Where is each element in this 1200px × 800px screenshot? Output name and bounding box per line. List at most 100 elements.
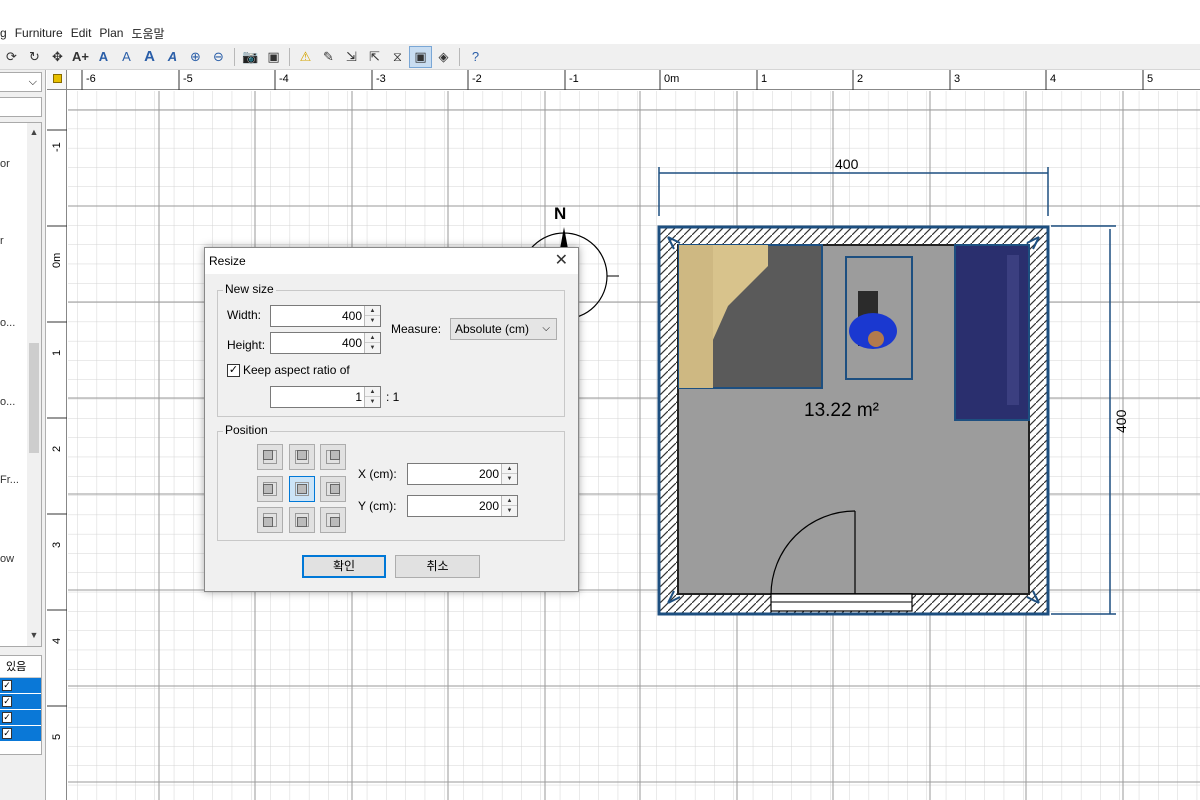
mirror-icon[interactable]: ⧖: [386, 46, 409, 68]
table-row[interactable]: ✓: [0, 694, 41, 710]
dialog-title-bar: Resize ✕: [205, 248, 578, 274]
redo-icon[interactable]: ↻: [23, 46, 46, 68]
anchor-top-left-button[interactable]: [257, 444, 283, 470]
resize-icon[interactable]: ▣: [409, 45, 432, 68]
scroll-up-icon[interactable]: ▲: [27, 125, 41, 139]
spin-up-icon[interactable]: ▲: [502, 496, 517, 506]
y-spinner[interactable]: 200 ▲ ▼: [407, 495, 518, 517]
table-header[interactable]: 있음: [0, 656, 41, 678]
warning-icon[interactable]: ⚠: [294, 46, 317, 68]
paint-icon[interactable]: ◈: [432, 46, 455, 68]
ratio-suffix: : 1: [386, 390, 400, 404]
spin-down-icon[interactable]: ▼: [365, 316, 380, 326]
y-spinner-buttons[interactable]: ▲ ▼: [501, 496, 517, 516]
ruler-label: 4: [1050, 73, 1057, 85]
x-spinner[interactable]: 200 ▲ ▼: [407, 463, 518, 485]
table-row[interactable]: ✓: [0, 726, 41, 742]
zoom-in-icon[interactable]: ⊕: [184, 46, 207, 68]
y-value[interactable]: 200: [479, 496, 499, 516]
list-item[interactable]: o...: [0, 317, 15, 329]
list-item[interactable]: or: [0, 158, 10, 170]
menu-item-edit[interactable]: Edit: [67, 26, 96, 40]
catalog-combo[interactable]: ⌵: [0, 72, 42, 92]
anchor-bottom-right-button[interactable]: [320, 507, 346, 533]
menu-item-plan[interactable]: Plan: [95, 26, 127, 40]
menu-item-help[interactable]: 도움말: [127, 25, 168, 42]
anchor-center-button[interactable]: [289, 476, 315, 502]
import-icon[interactable]: ⇲: [340, 46, 363, 68]
resize-dialog: Resize ✕ New size Width: 400 ▲ ▼ Height:…: [204, 247, 579, 592]
bed-item[interactable]: [954, 244, 1030, 421]
height-value[interactable]: 400: [342, 333, 362, 353]
catalog-tree[interactable]: or r o... o... Fr... ow ▲ ▼: [0, 122, 42, 647]
rotate-icon[interactable]: ⟳: [0, 46, 23, 68]
menu-item-furniture[interactable]: Furniture: [11, 26, 67, 40]
x-spinner-buttons[interactable]: ▲ ▼: [501, 464, 517, 484]
photo-icon[interactable]: 📷: [239, 46, 262, 68]
width-spinner-buttons[interactable]: ▲ ▼: [364, 306, 380, 326]
ruler-left: -1 0m 1 2 3 4 5: [47, 90, 67, 800]
help-icon[interactable]: ?: [464, 46, 487, 68]
spin-up-icon[interactable]: ▲: [502, 464, 517, 474]
ratio-value[interactable]: 1: [355, 387, 362, 407]
video-icon[interactable]: ▣: [262, 46, 285, 68]
zoom-out-icon[interactable]: ⊖: [207, 46, 230, 68]
x-value[interactable]: 200: [479, 464, 499, 484]
spin-down-icon[interactable]: ▼: [502, 474, 517, 484]
close-icon[interactable]: ✕: [555, 248, 568, 274]
height-spinner[interactable]: 400 ▲ ▼: [270, 332, 381, 354]
checkbox[interactable]: ✓: [2, 728, 12, 739]
ruler-label: 3: [954, 73, 961, 85]
anchor-top-right-button[interactable]: [320, 444, 346, 470]
table-row[interactable]: ✓: [0, 710, 41, 726]
spin-up-icon[interactable]: ▲: [365, 387, 380, 397]
anchor-bottom-left-button[interactable]: [257, 507, 283, 533]
text-style-4-icon[interactable]: A: [161, 46, 184, 68]
width-spinner[interactable]: 400 ▲ ▼: [270, 305, 381, 327]
tree-scrollbar[interactable]: ▲ ▼: [27, 123, 41, 646]
ratio-spinner-buttons[interactable]: ▲ ▼: [364, 387, 380, 407]
checkbox[interactable]: ✓: [2, 712, 12, 723]
sofa-item[interactable]: [678, 244, 823, 389]
ruler-label: 1: [761, 73, 768, 85]
export-icon[interactable]: ⇱: [363, 46, 386, 68]
list-item[interactable]: Fr...: [0, 474, 19, 486]
anchor-middle-left-button[interactable]: [257, 476, 283, 502]
table-row[interactable]: ✓: [0, 678, 41, 694]
measure-select[interactable]: Absolute (cm) ⌵: [450, 318, 557, 340]
add-text-icon[interactable]: A+: [69, 46, 92, 68]
text-style-1-icon[interactable]: A: [92, 46, 115, 68]
search-input[interactable]: [0, 97, 42, 117]
edit-icon[interactable]: ✎: [317, 46, 340, 68]
cancel-button[interactable]: 취소: [395, 555, 480, 578]
spin-down-icon[interactable]: ▼: [365, 397, 380, 407]
spin-down-icon[interactable]: ▼: [365, 343, 380, 353]
text-style-3-icon[interactable]: A: [138, 46, 161, 68]
ruler-corner: [47, 70, 67, 90]
spin-up-icon[interactable]: ▲: [365, 333, 380, 343]
anchor-top-center-button[interactable]: [289, 444, 315, 470]
title-bar: [0, 0, 1200, 22]
ruler-label: -3: [376, 73, 386, 85]
checkbox[interactable]: ✓: [2, 680, 12, 691]
ratio-spinner[interactable]: 1 ▲ ▼: [270, 386, 381, 408]
ok-button[interactable]: 확인: [302, 555, 386, 578]
anchor-bottom-center-button[interactable]: [289, 507, 315, 533]
keep-aspect-checkbox[interactable]: ✓: [227, 364, 240, 377]
height-spinner-buttons[interactable]: ▲ ▼: [364, 333, 380, 353]
move-icon[interactable]: ✥: [46, 46, 69, 68]
list-item[interactable]: ow: [0, 553, 14, 565]
anchor-middle-right-button[interactable]: [320, 476, 346, 502]
menu-item-view[interactable]: g: [0, 26, 11, 40]
scroll-down-icon[interactable]: ▼: [27, 628, 41, 642]
spin-down-icon[interactable]: ▼: [502, 506, 517, 516]
checkbox[interactable]: ✓: [2, 696, 12, 707]
lock-icon[interactable]: [53, 74, 62, 83]
height-label: Height:: [227, 338, 266, 352]
spin-up-icon[interactable]: ▲: [365, 306, 380, 316]
list-item[interactable]: o...: [0, 396, 15, 408]
width-value[interactable]: 400: [342, 306, 362, 326]
scrollbar-thumb[interactable]: [29, 343, 39, 453]
list-item[interactable]: r: [0, 235, 4, 247]
text-style-2-icon[interactable]: A: [115, 46, 138, 68]
